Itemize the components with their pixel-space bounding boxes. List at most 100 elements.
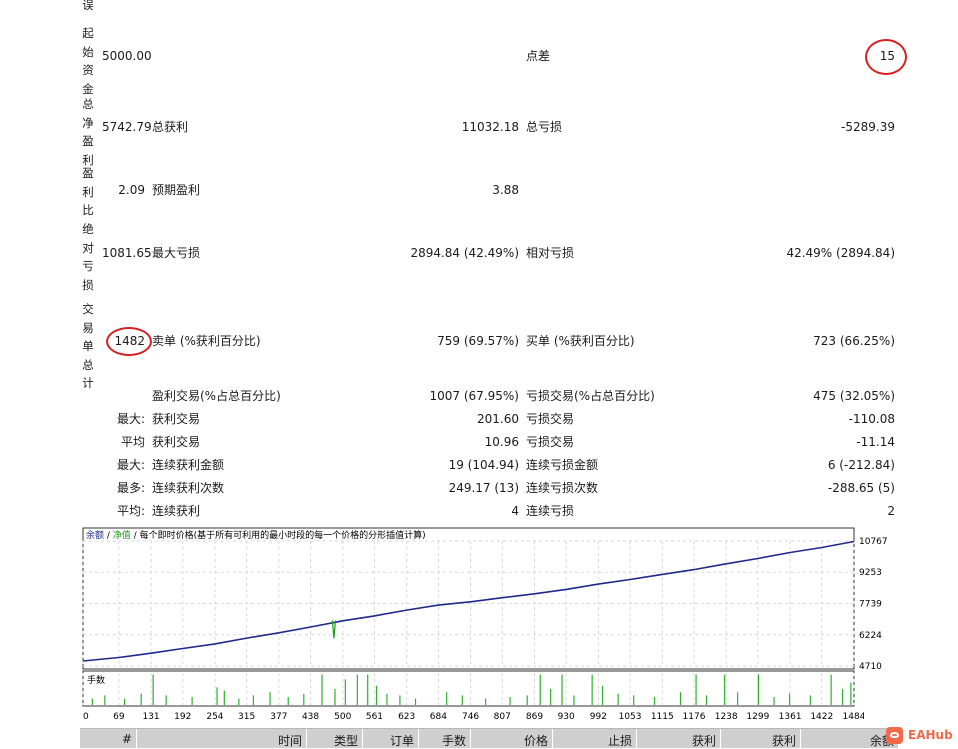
net-profit-value: 5742.79 bbox=[102, 120, 152, 134]
x-tick-label: 315 bbox=[238, 712, 255, 722]
long-positions-value: 723 (66.25%) bbox=[813, 334, 895, 348]
column-divider bbox=[636, 729, 637, 748]
eahub-logo-icon bbox=[886, 726, 903, 744]
relative-drawdown-value: 42.49% (2894.84) bbox=[786, 246, 895, 260]
stats-left-value: 201.60 bbox=[477, 412, 519, 426]
x-tick-label: 377 bbox=[270, 712, 287, 722]
x-tick-label: 992 bbox=[590, 712, 607, 722]
x-tick-label: 0 bbox=[83, 712, 89, 722]
x-axis: 0 69 131 192 254 315 377 438 500 561 623 684 746 807 8… bbox=[83, 712, 864, 722]
x-tick-label: 930 bbox=[558, 712, 575, 722]
y-tick-label: 4710 bbox=[859, 662, 882, 672]
stats-prefix: 最大: bbox=[116, 458, 145, 472]
stats-right-value: 6 (-212.84) bbox=[827, 458, 895, 472]
column-divider bbox=[800, 729, 801, 748]
x-tick-label: 1422 bbox=[810, 712, 833, 722]
x-tick-label: 1484 bbox=[843, 712, 864, 722]
stats-left-label: 连续获利金额 bbox=[152, 458, 225, 472]
gross-loss-label: 总亏损 bbox=[526, 120, 563, 134]
x-tick-label: 561 bbox=[366, 712, 383, 722]
x-tick-label: 1115 bbox=[651, 712, 674, 722]
column-header-order[interactable]: 订单 bbox=[366, 732, 414, 749]
stats-left-value: 10.96 bbox=[484, 435, 519, 449]
column-divider bbox=[552, 729, 553, 748]
column-header-stop-loss[interactable]: 止损 bbox=[556, 732, 632, 749]
balance-chart-svg: 余额 / 净值 / 每个即时价格(基于所有可利用的最小时段的每一个价格的分形插值… bbox=[82, 527, 855, 707]
lots-label: 手数 bbox=[87, 674, 105, 686]
x-tick-label: 1299 bbox=[746, 712, 769, 722]
stats-left-value: 19 (104.94) bbox=[448, 458, 519, 472]
highlight-circle-trades bbox=[106, 327, 152, 356]
column-header-take-profit[interactable]: 获利 bbox=[640, 732, 716, 749]
x-tick-label: 1238 bbox=[715, 712, 738, 722]
x-tick-label: 807 bbox=[494, 712, 511, 722]
column-divider bbox=[306, 729, 307, 748]
highlight-circle-spread bbox=[865, 39, 907, 75]
profit-trades-value: 1007 (67.95%) bbox=[429, 389, 519, 403]
stats-right-label: 连续亏损金额 bbox=[526, 458, 599, 472]
spread-label: 点差 bbox=[526, 49, 551, 63]
column-divider bbox=[470, 729, 471, 748]
long-positions-label: 买单 (%获利百分比) bbox=[526, 334, 635, 348]
column-header-lots[interactable]: 手数 bbox=[422, 732, 466, 749]
column-divider bbox=[362, 729, 363, 748]
cut-off-label: 误 bbox=[82, 0, 94, 12]
stats-left-label: 获利交易 bbox=[152, 412, 201, 426]
x-tick-label: 746 bbox=[462, 712, 479, 722]
x-tick-label: 684 bbox=[430, 712, 447, 722]
gross-profit-value: 11032.18 bbox=[461, 120, 519, 134]
stats-right-value: -11.14 bbox=[856, 435, 895, 449]
column-header-profit[interactable]: 获利 bbox=[724, 732, 796, 749]
profit-trades-label: 盈利交易(%占总百分比) bbox=[152, 389, 281, 403]
column-divider bbox=[136, 729, 137, 748]
stats-left-label: 连续获利 bbox=[152, 504, 201, 518]
x-tick-label: 254 bbox=[206, 712, 223, 722]
stats-left-label: 连续获利次数 bbox=[152, 481, 225, 495]
column-header-price[interactable]: 价格 bbox=[474, 732, 548, 749]
eahub-logo-text: EAHub bbox=[908, 728, 953, 742]
stats-prefix: 平均: bbox=[116, 504, 145, 518]
max-drawdown-label: 最大亏损 bbox=[152, 246, 201, 260]
column-header-balance[interactable]: 余额 bbox=[804, 732, 894, 749]
column-divider bbox=[418, 729, 419, 748]
profit-factor-value: 2.09 bbox=[118, 183, 145, 197]
loss-trades-label: 亏损交易(%占总百分比) bbox=[526, 389, 655, 403]
stats-left-value: 249.17 (13) bbox=[448, 481, 519, 495]
x-tick-label: 438 bbox=[302, 712, 319, 722]
x-tick-label: 1176 bbox=[683, 712, 706, 722]
stats-right-value: -288.65 (5) bbox=[827, 481, 895, 495]
x-tick-label: 623 bbox=[398, 712, 415, 722]
column-divider bbox=[720, 729, 721, 748]
stats-prefix: 平均 bbox=[120, 435, 145, 449]
relative-drawdown-label: 相对亏损 bbox=[526, 246, 575, 260]
max-drawdown-value: 2894.84 (42.49%) bbox=[410, 246, 519, 260]
lots-plot-frame bbox=[82, 670, 855, 707]
column-header-type[interactable]: 类型 bbox=[310, 732, 358, 749]
stats-left-value: 4 bbox=[511, 504, 519, 518]
initial-deposit-value: 5000.00 bbox=[102, 49, 152, 63]
x-tick-label: 1053 bbox=[619, 712, 642, 722]
expected-payoff-label: 预期盈利 bbox=[152, 183, 201, 197]
gross-loss-value: -5289.39 bbox=[841, 120, 895, 134]
short-positions-value: 759 (69.57%) bbox=[437, 334, 519, 348]
x-tick-label: 131 bbox=[142, 712, 159, 722]
stats-right-value: -110.08 bbox=[848, 412, 895, 426]
loss-trades-value: 475 (32.05%) bbox=[813, 389, 895, 403]
total-net-profit-label: 总净盈利 bbox=[82, 97, 94, 167]
stats-left-label: 获利交易 bbox=[152, 435, 201, 449]
legend-separator: / bbox=[131, 531, 140, 541]
balance-chart: 余额 / 净值 / 每个即时价格(基于所有可利用的最小时段的每一个价格的分形插值… bbox=[82, 527, 888, 722]
legend-balance: 余额 bbox=[86, 529, 104, 541]
gross-profit-label: 总获利 bbox=[152, 120, 189, 134]
x-tick-label: 500 bbox=[334, 712, 351, 722]
column-header-index[interactable]: # bbox=[80, 732, 132, 746]
x-tick-label: 1361 bbox=[779, 712, 802, 722]
stats-right-value: 2 bbox=[887, 504, 895, 518]
x-tick-label: 869 bbox=[526, 712, 543, 722]
x-tick-label: 192 bbox=[174, 712, 191, 722]
column-header-time[interactable]: 时间 bbox=[140, 732, 302, 749]
initial-deposit-label: 起始资金 bbox=[82, 26, 94, 96]
y-tick-label: 6224 bbox=[859, 631, 882, 641]
absolute-drawdown-value: 1081.65 bbox=[102, 246, 152, 260]
stats-right-label: 连续亏损次数 bbox=[526, 481, 599, 495]
